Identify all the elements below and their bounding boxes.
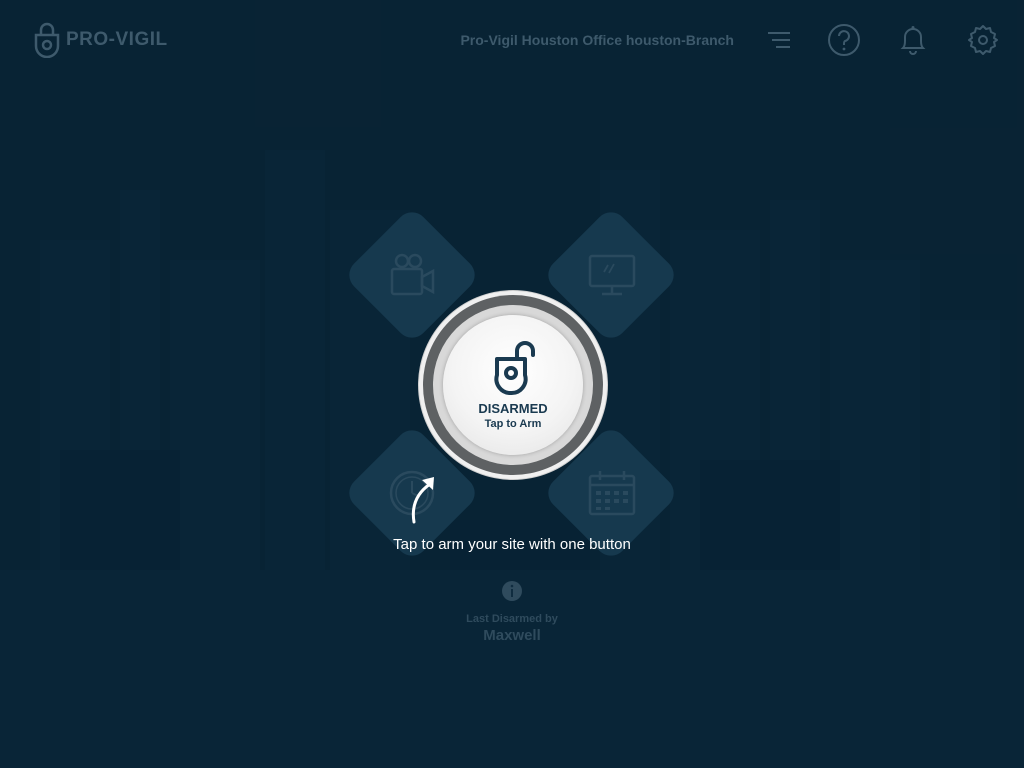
last-event-user: Maxwell (483, 627, 541, 644)
monitor-icon (587, 250, 637, 300)
arm-button-ring: DISARMED Tap to Arm (423, 295, 603, 475)
coach-mark-hint: Tap to arm your site with one button (393, 536, 631, 553)
menu-icon (768, 32, 790, 48)
settings-icon (968, 25, 998, 55)
arm-button[interactable]: DISARMED Tap to Arm (419, 291, 607, 479)
arm-button-inner-ring: DISARMED Tap to Arm (433, 305, 593, 465)
notifications-button[interactable] (895, 22, 931, 58)
arm-status-label: DISARMED (478, 401, 548, 416)
menu-button[interactable] (761, 22, 797, 58)
unlocked-shield-icon (493, 339, 539, 397)
brand-name: PRO-VIGIL (66, 29, 168, 50)
app-screen: PRO-VIGIL Pro-Vigil Houston Office houst… (0, 0, 1024, 768)
help-icon (828, 24, 860, 56)
shield-lock-logo-icon (34, 22, 60, 58)
arm-action-label: Tap to Arm (484, 418, 542, 430)
last-event-label: Last Disarmed by (466, 613, 558, 625)
help-button[interactable] (826, 22, 862, 58)
site-name[interactable]: Pro-Vigil Houston Office houston-Branch (460, 32, 734, 48)
calendar-icon (587, 468, 637, 518)
settings-button[interactable] (965, 22, 1001, 58)
video-camera-icon (387, 250, 437, 300)
bell-icon (900, 26, 926, 55)
brand-logo: PRO-VIGIL (34, 22, 168, 58)
info-icon[interactable] (501, 580, 523, 602)
curved-arrow-icon (406, 474, 440, 526)
header: PRO-VIGIL Pro-Vigil Houston Office houst… (0, 0, 1024, 80)
arm-button-face: DISARMED Tap to Arm (443, 315, 583, 455)
